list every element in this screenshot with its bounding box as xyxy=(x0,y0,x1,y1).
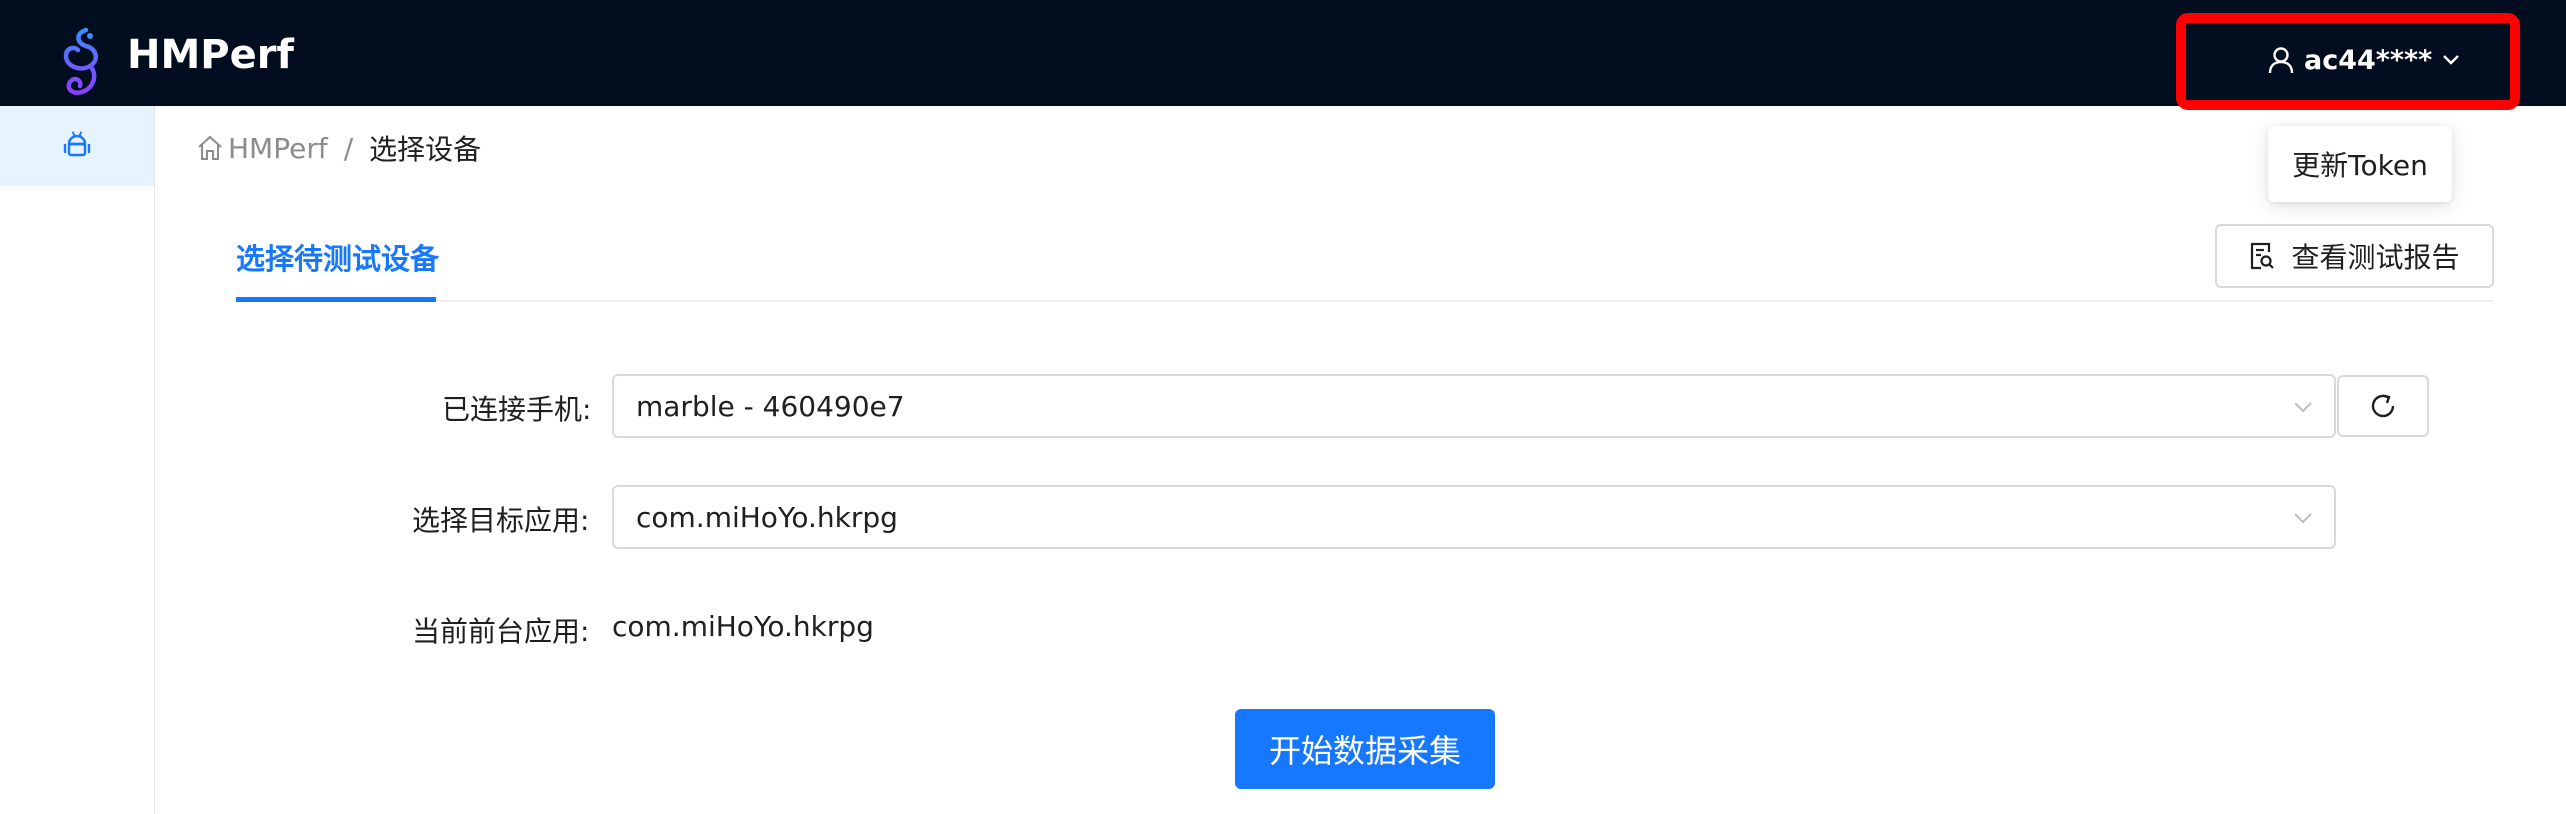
phone-select[interactable]: marble - 460490e7 xyxy=(612,374,2336,438)
start-collection-button[interactable]: 开始数据采集 xyxy=(1235,709,1495,789)
menu-item-refresh-token[interactable]: 更新Token xyxy=(2292,144,2428,184)
phone-label: 已连接手机: xyxy=(442,393,592,426)
view-report-label: 查看测试报告 xyxy=(2291,241,2460,274)
top-header: HMPerf ac44**** xyxy=(0,0,2566,110)
tab-select-device[interactable]: 选择待测试设备 xyxy=(236,236,439,278)
refresh-icon xyxy=(2371,394,2395,418)
chevron-down-icon xyxy=(2294,402,2312,413)
user-dropdown: 更新Token xyxy=(2268,126,2452,202)
user-icon xyxy=(2268,47,2294,74)
tabs-divider xyxy=(236,300,2494,302)
chevron-down-icon xyxy=(2294,513,2312,524)
breadcrumb: HMPerf / 选择设备 xyxy=(196,128,481,168)
foreground-label: 当前前台应用: xyxy=(412,615,590,648)
seahorse-logo-icon xyxy=(63,27,99,95)
username-label: ac44**** xyxy=(2304,44,2433,76)
home-icon[interactable] xyxy=(196,134,224,162)
brand-title[interactable]: HMPerf xyxy=(127,32,294,78)
app-select-value: com.miHoYo.hkrpg xyxy=(636,500,898,534)
sidebar-item-device[interactable] xyxy=(0,106,154,186)
app-select[interactable]: com.miHoYo.hkrpg xyxy=(612,485,2336,549)
view-report-button[interactable]: 查看测试报告 xyxy=(2215,224,2494,288)
breadcrumb-current: 选择设备 xyxy=(369,133,482,166)
sidebar xyxy=(0,106,155,814)
phone-select-value: marble - 460490e7 xyxy=(636,389,905,423)
chevron-down-icon xyxy=(2443,55,2460,65)
breadcrumb-separator: / xyxy=(343,131,354,165)
breadcrumb-home[interactable]: HMPerf xyxy=(228,132,328,165)
file-search-icon xyxy=(2251,242,2275,270)
app-label: 选择目标应用: xyxy=(412,504,590,537)
foreground-app-value: com.miHoYo.hkrpg xyxy=(612,610,874,643)
user-menu[interactable]: ac44**** xyxy=(2268,42,2460,78)
android-icon xyxy=(63,131,91,157)
refresh-devices-button[interactable] xyxy=(2337,375,2429,437)
tab-active-indicator xyxy=(236,297,436,302)
